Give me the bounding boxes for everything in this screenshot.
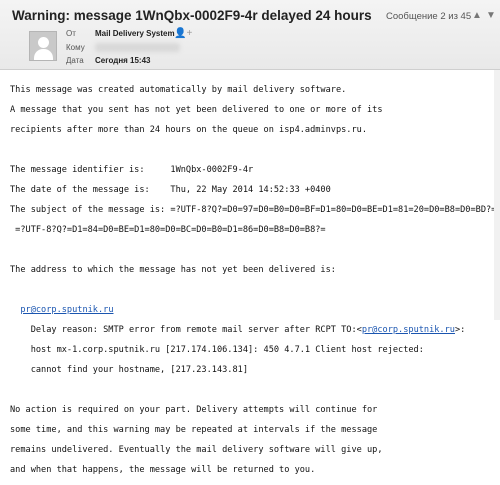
message-subject: Warning: message 1WnQbx-0002F9-4r delaye…	[12, 8, 372, 23]
body-line: remains undelivered. Eventually the mail…	[10, 445, 383, 455]
body-line: A message that you sent has not yet been…	[10, 105, 383, 115]
message-header: Warning: message 1WnQbx-0002F9-4r delaye…	[0, 0, 500, 70]
add-contact-icon[interactable]: 👤+	[174, 28, 192, 39]
address-link[interactable]: pr@corp.sputnik.ru	[20, 305, 113, 315]
delay-line: Delay reason: SMTP error from remote mai…	[10, 325, 492, 335]
body-line: recipients after more than 24 hours on t…	[10, 125, 367, 135]
sender-name[interactable]: Mail Delivery System	[95, 29, 175, 38]
message-date: Сегодня 15:43	[95, 56, 151, 65]
body-line: cannot find your hostname, [217.23.143.8…	[10, 365, 248, 375]
body-line: host mx-1.corp.sputnik.ru [217.174.106.1…	[10, 345, 424, 355]
address-line: pr@corp.sputnik.ru	[10, 305, 492, 315]
delay-prefix: Delay reason: SMTP error from remote mai…	[10, 325, 362, 335]
body-line: This message was created automatically b…	[10, 85, 347, 95]
body-line: No action is required on your part. Deli…	[10, 405, 378, 415]
body-line: and when that happens, the message will …	[10, 465, 316, 475]
body-line: =?UTF-8?Q?=D1=84=D0=BE=D1=80=D0=BC=D0=B0…	[10, 225, 326, 235]
next-message-icon[interactable]: ▼	[484, 9, 498, 23]
rcpt-address-link[interactable]: pr@corp.sputnik.ru	[362, 325, 455, 335]
message-counter: Сообщение 2 из 45	[386, 11, 472, 22]
message-body: This message was created automatically b…	[10, 75, 497, 485]
body-line: some time, and this warning may be repea…	[10, 425, 378, 435]
sender-avatar	[29, 31, 57, 61]
recipient-redacted	[95, 43, 180, 52]
body-line: The message identifier is: 1WnQbx-0002F9…	[10, 165, 254, 175]
prev-message-icon[interactable]: ▲	[470, 9, 484, 23]
to-label: Кому	[66, 43, 85, 52]
avatar-head-shape	[38, 37, 49, 48]
body-line: The subject of the message is: =?UTF-8?Q…	[10, 205, 497, 215]
avatar-body-shape	[34, 49, 53, 60]
scrollbar[interactable]	[494, 70, 500, 320]
date-label: Дата	[66, 56, 84, 65]
from-label: От	[66, 29, 76, 38]
delay-suffix: >:	[454, 325, 466, 335]
body-line: The address to which the message has not…	[10, 265, 336, 275]
body-line: The date of the message is: Thu, 22 May …	[10, 185, 331, 195]
